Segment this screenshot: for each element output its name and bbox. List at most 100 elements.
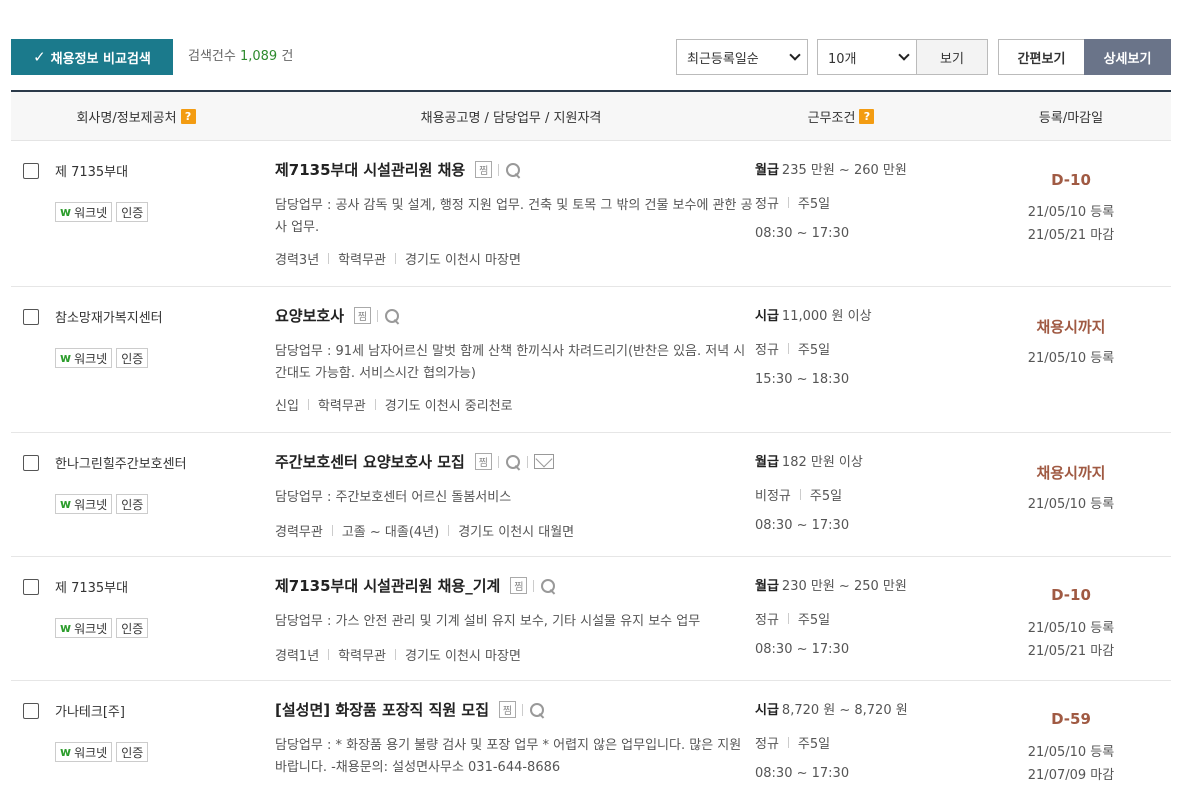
divider [787,737,789,748]
job-title-link[interactable]: 요양보호사 [275,305,344,326]
company-name[interactable]: 제 7135부대 [55,577,128,596]
header-title: 채용공고명 / 담당업무 / 지원자격 [420,111,602,126]
pay: 시급 8,720 원 ~ 8,720 원 [755,699,908,718]
search-icon[interactable] [540,578,556,594]
chevron-down-icon [789,49,801,61]
divider [787,197,789,208]
cert-badge: 인증 [116,202,149,222]
cert-badge: 인증 [116,618,149,638]
search-icon[interactable] [505,162,521,178]
table-row: 제 7135부대 w 워크넷 인증 제7135부대 시설관리원 채용 찜 담당업무… [11,141,1171,287]
job-title-link[interactable]: 제7135부대 시설관리원 채용 [275,159,465,180]
chevron-down-icon [898,49,910,61]
career: 신입 [275,399,299,414]
simple-view-button[interactable]: 간편보기 [998,39,1085,75]
job-title-link[interactable]: 주간보호센터 요양보호사 모집 [275,451,465,472]
work-hours: 08:30 ~ 17:30 [755,642,850,657]
search-icon[interactable] [505,454,521,470]
worknet-badge: w 워크넷 [55,202,113,222]
cert-badge: 인증 [116,494,149,514]
header-conditions-label: 근무조건 [807,111,856,126]
help-icon[interactable]: ? [859,109,875,124]
scrap-icon[interactable]: 찜 [475,161,493,178]
icon-divider [522,703,524,716]
work-days: 주5일 [809,489,843,504]
scrap-icon[interactable]: 찜 [499,701,517,718]
page-size-select[interactable]: 10개 [817,39,917,75]
table-row: 가나테크[주] w 워크넷 인증 [설성면] 화장품 포장직 직원 모집 찜 담당… [11,681,1171,789]
pay-amount: 235 만원 ~ 260 만원 [781,163,907,178]
table-row: 제 7135부대 w 워크넷 인증 제7135부대 시설관리원 채용_기계 찜 담… [11,557,1171,681]
work-days: 주5일 [797,737,831,752]
row-checkbox[interactable] [23,163,39,179]
worknet-badge: w 워크넷 [55,494,113,514]
divider [787,613,789,624]
row-checkbox[interactable] [23,579,39,595]
registered-date: 21/05/10 등록 [1027,351,1115,366]
registered-date: 21/05/10 등록 [1027,621,1115,636]
dday-badge: 채용시까지 [1036,318,1106,336]
registered-date: 21/05/10 등록 [1027,745,1115,760]
sort-select[interactable]: 최근등록일순 [676,39,808,75]
table-header: 회사명/정보제공처 ? 채용공고명 / 담당업무 / 지원자격 근무조건 ? 등… [11,90,1171,141]
scrap-icon[interactable]: 찜 [354,307,372,324]
company-name[interactable]: 한나그린힐주간보호센터 [55,453,187,472]
badge-group: w 워크넷 인증 [55,742,149,762]
badge-group: w 워크넷 인증 [55,618,149,638]
worknet-label: 워크넷 [74,497,108,512]
date-info: 21/05/10 등록 21/07/09 마감 [991,741,1151,787]
search-icon[interactable] [529,702,545,718]
worknet-label: 워크넷 [74,205,108,220]
company-name[interactable]: 제 7135부대 [55,161,128,180]
scrap-icon[interactable]: 찜 [510,577,528,594]
help-icon[interactable]: ? [180,109,196,124]
icon-divider [498,163,500,176]
job-duty: 담당업무 : * 화장품 용기 불량 검사 및 포장 업무 * 어렵지 않은 업… [275,738,742,775]
check-icon: ✓ [33,48,46,66]
divider [331,525,333,536]
cert-badge: 인증 [116,348,149,368]
employment-type: 정규 [755,343,779,358]
company-name[interactable]: 가나테크[주] [55,701,125,720]
compare-search-button[interactable]: ✓ 채용정보 비교검색 [11,39,173,75]
job-duty: 담당업무 : 공사 감독 및 설계, 행정 지원 업무. 건축 및 토목 그 밖… [275,198,753,235]
scrap-icon[interactable]: 찜 [474,453,492,470]
dday-badge: 채용시까지 [1036,464,1106,482]
header-conditions: 근무조건 ? [751,92,931,141]
date-info: 21/05/10 등록 [991,493,1151,516]
row-checkbox[interactable] [23,309,39,325]
company-name[interactable]: 참소망재가복지센터 [55,307,163,326]
view-button[interactable]: 보기 [916,39,988,75]
icon-divider [497,455,499,468]
divider [448,525,450,536]
row-checkbox[interactable] [23,455,39,471]
career: 경력무관 [275,525,323,540]
work-days: 주5일 [797,197,831,212]
pay: 시급 11,000 원 이상 [755,305,872,324]
location: 경기도 이천시 마장면 [405,253,521,268]
header-dates: 등록/마감일 [1038,111,1104,126]
job-duty: 담당업무 : 가스 안전 관리 및 기계 설비 유지 보수, 기타 시설물 유지… [275,614,701,629]
icon-divider [377,309,379,322]
work-days: 주5일 [797,343,831,358]
row-checkbox[interactable] [23,703,39,719]
worknet-badge: w 워크넷 [55,348,113,368]
location: 경기도 이천시 중리천로 [384,399,513,414]
worknet-label: 워크넷 [74,351,108,366]
job-qualifications: 경력무관 고졸 ~ 대졸(4년) 경기도 이천시 대월면 [275,521,574,540]
badge-group: w 워크넷 인증 [55,494,149,514]
divider [328,649,330,660]
worknet-badge: w 워크넷 [55,742,113,762]
pay-type: 시급 [755,703,779,718]
job-title-link[interactable]: [설성면] 화장품 포장직 직원 모집 [275,699,489,720]
dday-badge: D-10 [1051,586,1091,604]
pay-amount: 8,720 원 ~ 8,720 원 [781,703,908,718]
employment: 비정규 주5일 [755,485,842,504]
location: 경기도 이천시 마장면 [405,649,521,664]
email-apply-icon[interactable] [533,454,554,469]
detail-view-button[interactable]: 상세보기 [1084,39,1171,75]
job-title-link[interactable]: 제7135부대 시설관리원 채용_기계 [275,575,500,596]
search-icon[interactable] [384,308,400,324]
pay-amount: 11,000 원 이상 [781,309,872,324]
pay-type: 월급 [755,579,779,594]
